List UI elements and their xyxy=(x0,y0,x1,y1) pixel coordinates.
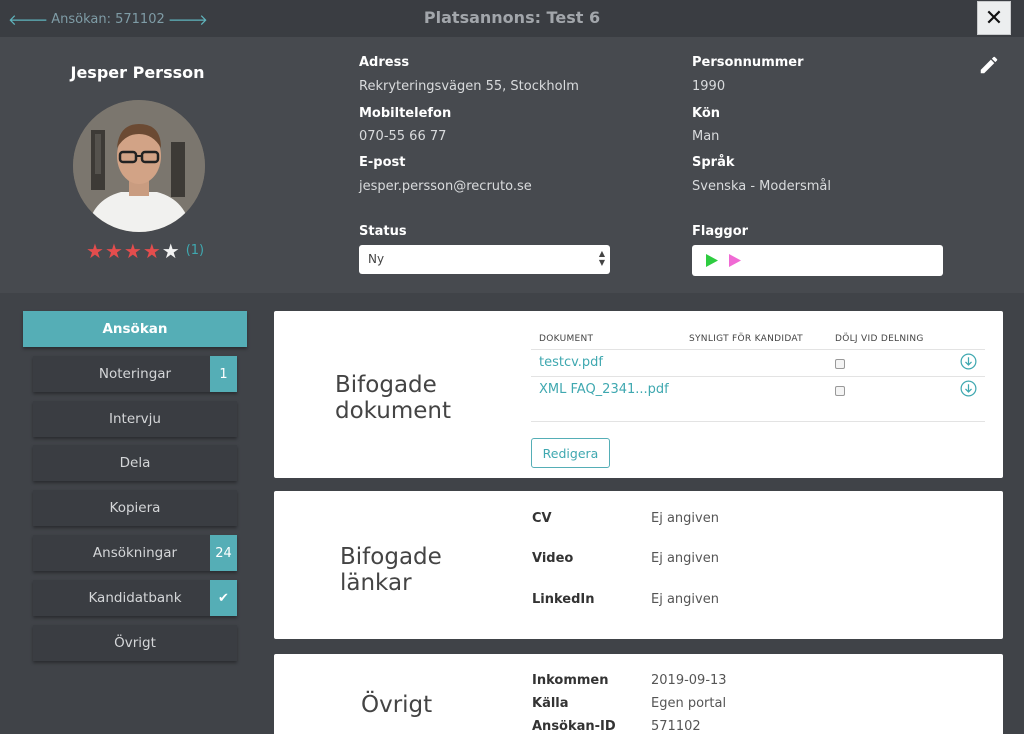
page-title: Platsannons: Test 6 xyxy=(423,8,601,27)
edit-documents-button[interactable]: Redigera xyxy=(531,438,610,468)
application-id-value: 571102 xyxy=(651,719,701,734)
star-filled-icon[interactable]: ★ xyxy=(105,241,123,261)
linkedin-link-value: Ej angiven xyxy=(651,592,719,607)
star-filled-icon[interactable]: ★ xyxy=(86,241,104,261)
avatar xyxy=(73,100,205,232)
menu-item-kandidatbank[interactable]: Kandidatbank ✔ xyxy=(33,580,237,616)
status-label: Status xyxy=(359,224,407,239)
download-circle-icon[interactable] xyxy=(960,380,977,397)
personnummer-label: Personnummer xyxy=(692,55,804,70)
top-bar: 🡐 Ansökan: 571102 🡒 Platsannons: Test 6 … xyxy=(0,0,1024,37)
download-circle-icon[interactable] xyxy=(960,353,977,370)
menu-item-label: Kandidatbank xyxy=(88,590,182,606)
cv-link-label: CV xyxy=(532,511,552,526)
video-link-label: Video xyxy=(532,551,574,566)
linkedin-link-label: LinkedIn xyxy=(532,592,595,607)
application-id-label: Ansökan-ID xyxy=(532,719,616,734)
email-value: jesper.persson@recruto.se xyxy=(359,179,532,194)
menu-item-ovrigt[interactable]: Övrigt xyxy=(33,625,237,661)
received-value: 2019-09-13 xyxy=(651,673,727,688)
hide-checkbox[interactable] xyxy=(835,359,845,369)
menu-item-label: Dela xyxy=(119,455,151,471)
status-select[interactable]: Ny ▲ ▼ xyxy=(359,245,610,274)
divider xyxy=(531,421,985,422)
menu-item-label: Kopiera xyxy=(109,500,161,516)
flags-label: Flaggor xyxy=(692,224,749,239)
documents-card: Bifogade dokument DOKUMENT SYNLIGT FÖR K… xyxy=(274,311,1003,478)
hide-checkbox[interactable] xyxy=(835,386,845,396)
gender-value: Man xyxy=(692,129,720,144)
candidate-name: Jesper Persson xyxy=(70,63,205,82)
column-header-visible: SYNLIGT FÖR KANDIDAT xyxy=(689,334,803,344)
links-title: Bifogade länkar xyxy=(340,544,442,596)
cv-link-value: Ej angiven xyxy=(651,511,719,526)
language-value: Svenska - Modersmål xyxy=(692,179,831,194)
menu-item-noteringar[interactable]: Noteringar 1 xyxy=(33,356,237,392)
green-play-icon[interactable] xyxy=(705,253,719,268)
mobile-value: 070-55 66 77 xyxy=(359,129,447,144)
menu-item-label: Ansökningar xyxy=(92,545,178,561)
links-title-line2: länkar xyxy=(340,570,412,596)
menu-item-label: Övrigt xyxy=(114,635,156,651)
menu-item-ansokningar[interactable]: Ansökningar 24 xyxy=(33,535,237,571)
menu-item-intervju[interactable]: Intervju xyxy=(33,401,237,437)
received-label: Inkommen xyxy=(532,673,609,688)
rating-stars[interactable]: ★ ★ ★ ★ ★ (1) xyxy=(86,241,204,261)
email-label: E-post xyxy=(359,155,406,170)
links-title-line1: Bifogade xyxy=(340,544,442,570)
column-header-hide: DÖLJ VID DELNING xyxy=(835,334,924,344)
other-title: Övrigt xyxy=(361,692,433,718)
close-button[interactable]: ✕ xyxy=(977,1,1011,35)
document-link[interactable]: testcv.pdf xyxy=(539,355,603,370)
candidate-profile: Jesper Persson ★ ★ ★ ★ ★ (1) Adress Rekr… xyxy=(0,37,1024,293)
status-selected-value: Ny xyxy=(368,252,385,266)
star-filled-icon[interactable]: ★ xyxy=(124,241,142,261)
count-badge: 24 xyxy=(210,535,237,571)
address-label: Adress xyxy=(359,55,410,70)
menu-item-dela[interactable]: Dela xyxy=(33,445,237,481)
divider xyxy=(531,376,985,377)
documents-title-line1: Bifogade xyxy=(335,372,437,398)
menu-item-kopiera[interactable]: Kopiera xyxy=(33,490,237,526)
source-label: Källa xyxy=(532,696,569,711)
count-badge: 1 xyxy=(210,356,237,392)
mobile-label: Mobiltelefon xyxy=(359,106,452,121)
address-value: Rekryteringsvägen 55, Stockholm xyxy=(359,79,579,94)
flags-field[interactable] xyxy=(692,245,943,276)
documents-title-line2: dokument xyxy=(335,398,452,424)
select-arrows-icon: ▲ ▼ xyxy=(598,249,605,267)
menu-item-ansokan[interactable]: Ansökan xyxy=(23,311,247,347)
rating-count: (1) xyxy=(185,243,205,258)
divider xyxy=(531,349,985,350)
check-badge-icon: ✔ xyxy=(210,580,237,616)
source-value: Egen portal xyxy=(651,696,727,711)
language-label: Språk xyxy=(692,155,735,170)
pencil-icon[interactable] xyxy=(978,54,1000,76)
menu-item-label: Noteringar xyxy=(98,366,172,382)
documents-title: Bifogade dokument xyxy=(335,372,451,424)
gender-label: Kön xyxy=(692,106,721,121)
links-card: Bifogade länkar CV Ej angiven Video Ej a… xyxy=(274,491,1003,639)
star-empty-icon[interactable]: ★ xyxy=(162,241,180,261)
column-header-document: DOKUMENT xyxy=(539,334,594,344)
star-filled-icon[interactable]: ★ xyxy=(143,241,161,261)
pink-play-icon[interactable] xyxy=(728,253,742,268)
personnummer-value: 1990 xyxy=(692,79,726,94)
menu-item-label: Intervju xyxy=(109,411,161,427)
document-link[interactable]: XML FAQ_2341...pdf xyxy=(539,382,669,397)
menu-item-label: Ansökan xyxy=(102,321,168,337)
video-link-value: Ej angiven xyxy=(651,551,719,566)
other-card: Övrigt Inkommen 2019-09-13 Källa Egen po… xyxy=(274,654,1003,734)
